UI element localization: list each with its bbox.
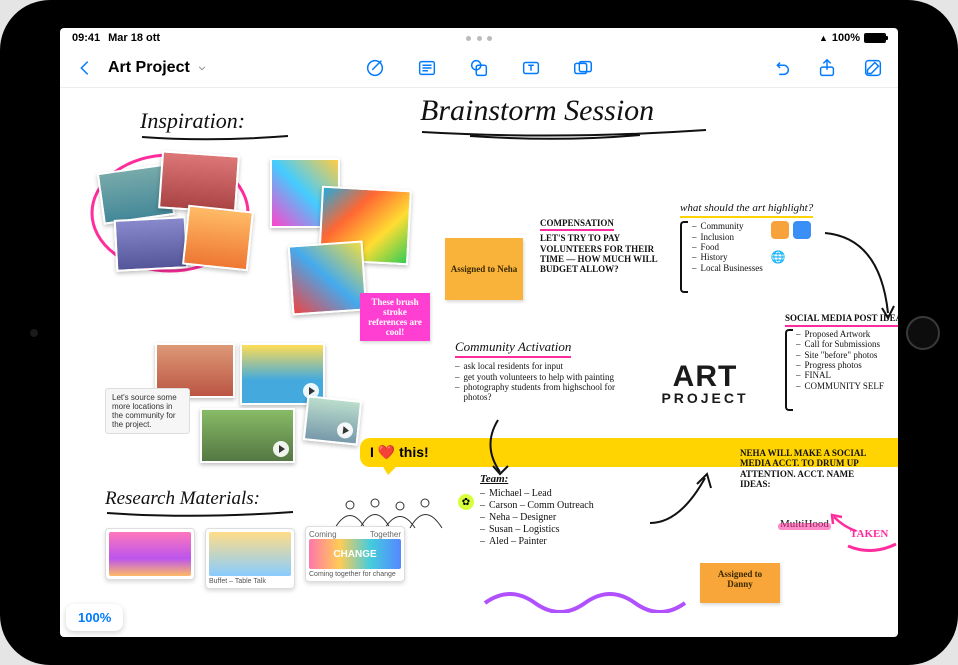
- home-button[interactable]: [906, 316, 940, 350]
- screen: 09:41 Mar 18 ott 100% Art Project: [60, 28, 898, 637]
- board-title[interactable]: Art Project: [108, 59, 190, 77]
- list-item: COMMUNITY SELF: [796, 381, 884, 391]
- sticky-note-tool-button[interactable]: [410, 51, 444, 85]
- toolbar: Art Project: [60, 48, 898, 88]
- note-compensation[interactable]: COMPENSATION LET'S TRY TO PAY VOLUNTEERS…: [540, 218, 670, 275]
- inspiration-photo[interactable]: [288, 240, 368, 315]
- arrow-taken: [830, 513, 860, 538]
- battery-icon: [864, 33, 886, 43]
- list-item: Call for Submissions: [796, 339, 884, 349]
- note-locations[interactable]: Let's source some more locations in the …: [105, 388, 190, 434]
- status-dot-icon: ✿: [458, 494, 474, 510]
- list-item: History: [692, 252, 763, 262]
- research-card[interactable]: ComingTogether CHANGE Coming together fo…: [305, 526, 405, 582]
- media-tool-button[interactable]: [566, 51, 600, 85]
- list-item: Local Businesses: [692, 263, 763, 273]
- back-button[interactable]: [68, 51, 102, 85]
- research-card[interactable]: Buffet – Table Talk: [205, 528, 295, 589]
- battery-pct: 100%: [832, 32, 860, 44]
- board-title-dropdown-icon[interactable]: [192, 51, 212, 85]
- note-neha-social[interactable]: NEHA WILL MAKE A SOCIAL MEDIA ACCT. TO D…: [740, 448, 885, 489]
- inspiration-photo[interactable]: [182, 205, 254, 272]
- status-time: 09:41: [72, 32, 100, 44]
- research-card[interactable]: [105, 528, 195, 580]
- arrow-community-to-team: [478, 418, 518, 478]
- name-idea-rejected[interactable]: MultiHood: [780, 518, 829, 531]
- status-date: Mar 18 ott: [108, 32, 160, 44]
- status-bar: 09:41 Mar 18 ott 100%: [60, 28, 898, 48]
- play-icon: [336, 422, 354, 440]
- purple-scribble: [480, 583, 700, 613]
- media-thumbnail[interactable]: [303, 395, 362, 446]
- zoom-level-button[interactable]: 100%: [66, 604, 123, 631]
- play-icon: [273, 441, 289, 457]
- front-camera: [30, 329, 38, 337]
- heading-research: Research Materials:: [105, 488, 295, 518]
- draw-tool-button[interactable]: [358, 51, 392, 85]
- heading-brainstorm: Brainstorm Session: [420, 94, 710, 140]
- note-social-ideas[interactable]: SOCIAL MEDIA POST IDEAS Proposed Artwork…: [785, 308, 898, 411]
- new-board-button[interactable]: [856, 51, 890, 85]
- freeform-canvas[interactable]: Brainstorm Session Inspiration: These br…: [60, 88, 898, 637]
- list-item: ask local residents for input: [455, 361, 625, 371]
- list-item: Inclusion: [692, 232, 763, 242]
- share-button[interactable]: [810, 51, 844, 85]
- sticky-assigned-neha[interactable]: Assigned to Neha: [445, 238, 523, 300]
- text-tool-button[interactable]: [514, 51, 548, 85]
- multitask-dots[interactable]: [466, 36, 492, 41]
- wifi-icon: [819, 32, 828, 44]
- list-item: Site "before" photos: [796, 350, 884, 360]
- undo-button[interactable]: [764, 51, 798, 85]
- sticky-assigned-danny[interactable]: Assigned to Danny: [700, 563, 780, 603]
- arrow-team-to-neha: [645, 468, 715, 538]
- list-item: FINAL: [796, 370, 884, 380]
- ipad-frame: 09:41 Mar 18 ott 100% Art Project: [0, 0, 958, 665]
- list-item: Proposed Artwork: [796, 329, 884, 339]
- sticky-brush-references[interactable]: These brush stroke references are cool!: [360, 293, 430, 341]
- art-project-logo[interactable]: ART PROJECT: [645, 363, 765, 443]
- list-item: Community: [692, 221, 763, 231]
- heading-inspiration: Inspiration:: [140, 108, 290, 142]
- media-thumbnail[interactable]: [200, 408, 295, 463]
- list-item: Food: [692, 242, 763, 252]
- shapes-tool-button[interactable]: [462, 51, 496, 85]
- note-community-activation[interactable]: Community Activation ask local residents…: [455, 338, 625, 403]
- inspiration-photo[interactable]: [158, 150, 240, 213]
- list-item: photography students from highschool for…: [455, 382, 625, 403]
- list-item: get youth volunteers to help with painti…: [455, 372, 625, 382]
- list-item: Progress photos: [796, 360, 884, 370]
- inspiration-photo[interactable]: [114, 216, 189, 272]
